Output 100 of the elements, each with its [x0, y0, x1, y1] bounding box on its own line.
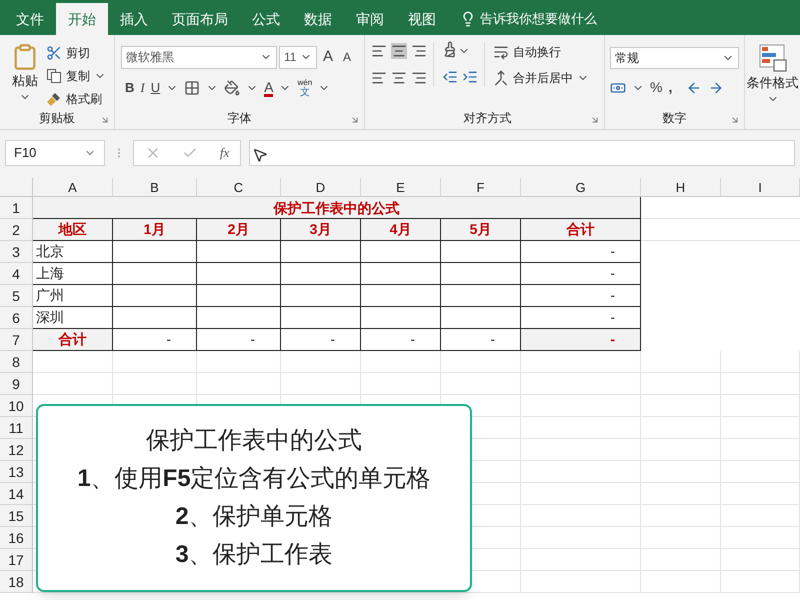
menu-tab[interactable]: 开始	[56, 3, 108, 35]
grow-font-button[interactable]: A	[319, 46, 338, 68]
column-header[interactable]: I	[721, 178, 800, 196]
launcher-icon[interactable]	[730, 115, 740, 125]
launcher-icon[interactable]	[350, 115, 360, 125]
column-heading: 1月	[113, 219, 197, 241]
launcher-icon[interactable]	[100, 115, 110, 125]
menu-tab[interactable]: 页面布局	[160, 3, 240, 35]
row-header[interactable]: 17	[0, 549, 32, 571]
bottom-align-icon[interactable]	[411, 43, 427, 59]
menu-tab[interactable]: 审阅	[344, 3, 396, 35]
font-size-field[interactable]: 11	[279, 46, 317, 68]
cut-button[interactable]: 剪切	[46, 43, 106, 63]
caption-text: 2、保护单元格	[175, 502, 333, 532]
menu-tab[interactable]: 文件	[4, 3, 56, 35]
table-cell: -	[361, 329, 441, 351]
table-cell: -	[521, 329, 641, 351]
menu-tab[interactable]: 插入	[108, 3, 160, 35]
row-header[interactable]: 15	[0, 505, 32, 527]
name-box[interactable]: F10	[5, 140, 105, 166]
column-header[interactable]: D	[281, 178, 361, 196]
cursor-icon	[252, 147, 268, 163]
column-heading: 合计	[521, 219, 641, 241]
wrap-text-button[interactable]: 自动换行	[493, 43, 589, 61]
column-heading: 3月	[281, 219, 361, 241]
row-header[interactable]: 3	[0, 241, 32, 263]
caption-text: 3、保护工作表	[175, 540, 333, 570]
middle-align-icon[interactable]	[391, 43, 407, 59]
row-header[interactable]: 12	[0, 439, 32, 461]
column-header[interactable]: A	[33, 178, 113, 196]
insert-function-button[interactable]: fx	[220, 143, 230, 163]
table-cell: 上海	[33, 263, 113, 285]
row-header[interactable]: 8	[0, 351, 32, 373]
align-right-icon[interactable]	[411, 70, 427, 86]
menu-tab[interactable]: 数据	[292, 3, 344, 35]
copy-icon	[46, 68, 62, 84]
conditional-format-button[interactable]: 条件格式	[746, 43, 798, 92]
group-title: 对齐方式	[464, 110, 512, 127]
column-header[interactable]: F	[441, 178, 521, 196]
tell-me-field[interactable]: 告诉我你想要做什么	[480, 9, 597, 29]
row-header[interactable]: 4	[0, 263, 32, 285]
row-header[interactable]: 18	[0, 571, 32, 593]
menu-tab[interactable]: 公式	[240, 3, 292, 35]
row-header[interactable]: 10	[0, 395, 32, 417]
table-cell: 广州	[33, 285, 113, 307]
launcher-icon[interactable]	[590, 115, 600, 125]
column-heading: 5月	[441, 219, 521, 241]
menu-tab[interactable]: 视图	[396, 3, 448, 35]
column-header[interactable]: G	[521, 178, 641, 196]
column-header[interactable]: E	[361, 178, 441, 196]
paintbrush-icon	[46, 91, 62, 107]
row-header[interactable]: 11	[0, 417, 32, 439]
table-cell: -	[521, 263, 641, 285]
row-header[interactable]: 9	[0, 373, 32, 395]
column-header[interactable]: H	[641, 178, 721, 196]
format-painter-button[interactable]: 格式刷	[46, 89, 106, 109]
top-align-icon[interactable]	[371, 43, 387, 59]
column-heading: 地区	[33, 219, 113, 241]
phonetic-button[interactable]: wén 文	[297, 78, 312, 98]
table-cell: -	[197, 329, 281, 351]
shrink-font-button[interactable]: A	[339, 48, 356, 66]
column-header[interactable]: C	[197, 178, 281, 196]
column-heading: 2月	[197, 219, 281, 241]
underline-button[interactable]: U	[150, 78, 160, 98]
table-cell: 合计	[33, 329, 113, 351]
paste-button[interactable]: 粘贴	[8, 43, 42, 109]
row-header[interactable]: 2	[0, 219, 32, 241]
copy-button[interactable]: 复制	[46, 67, 90, 85]
align-center-icon[interactable]	[391, 70, 407, 86]
fill-color-icon[interactable]	[224, 80, 240, 96]
row-header[interactable]: 16	[0, 527, 32, 549]
row-header[interactable]: 14	[0, 483, 32, 505]
font-color-button[interactable]: A	[264, 80, 274, 96]
number-format-field[interactable]: 常规	[610, 47, 739, 69]
group-title: 字体	[228, 110, 252, 127]
italic-button[interactable]: I	[140, 78, 145, 98]
percent-button[interactable]: %	[650, 77, 662, 98]
bold-button[interactable]: B	[125, 78, 134, 98]
row-header[interactable]: 13	[0, 461, 32, 483]
font-name-field[interactable]: 微软雅黑	[121, 46, 277, 68]
table-cell: 北京	[33, 241, 113, 263]
caption-text: 1、使用F5定位含有公式的单元格	[77, 464, 431, 494]
table-cell: -	[113, 329, 197, 351]
row-header[interactable]: 1	[0, 197, 32, 219]
border-icon[interactable]	[184, 80, 200, 96]
column-header[interactable]: B	[113, 178, 197, 196]
group-title: 剪贴板	[39, 110, 75, 127]
table-cell: -	[521, 285, 641, 307]
caption-text: 保护工作表中的公式	[146, 426, 362, 456]
decrease-indent-icon[interactable]	[442, 69, 458, 85]
merge-center-button[interactable]: 合并后居中	[493, 69, 573, 87]
increase-indent-icon[interactable]	[462, 69, 478, 85]
row-header[interactable]: 5	[0, 285, 32, 307]
table-title: 保护工作表中的公式	[33, 197, 641, 219]
comma-button[interactable]: ,	[668, 77, 672, 98]
wrap-text-icon	[493, 44, 509, 60]
formula-field[interactable]	[249, 140, 795, 166]
row-header[interactable]: 6	[0, 307, 32, 329]
align-left-icon[interactable]	[371, 70, 387, 86]
row-header[interactable]: 7	[0, 329, 32, 351]
